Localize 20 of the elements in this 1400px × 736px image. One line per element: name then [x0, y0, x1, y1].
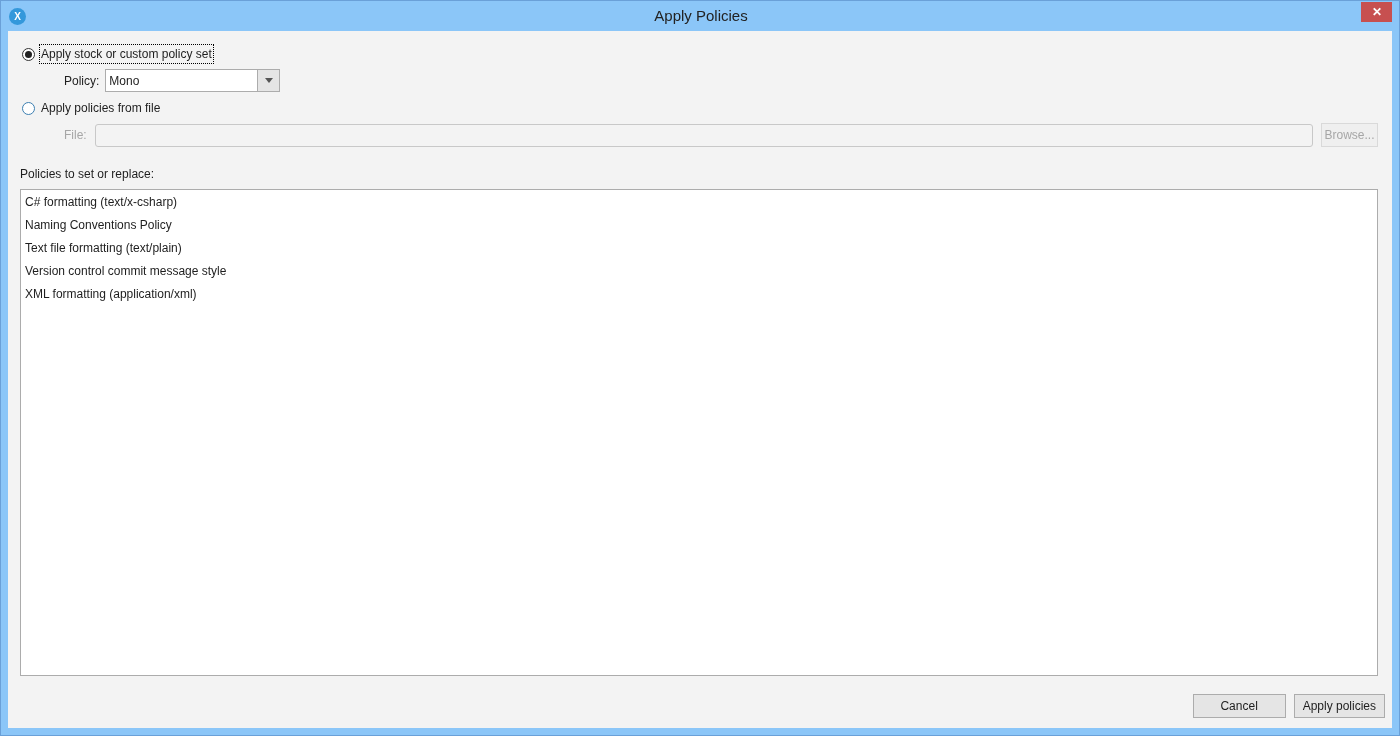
policy-dropdown[interactable]: Mono [105, 69, 281, 92]
cancel-button[interactable]: Cancel [1192, 694, 1286, 718]
list-label: Policies to set or replace: [20, 166, 156, 183]
file-label: File: [64, 127, 87, 144]
policy-item[interactable]: Version control commit message style [25, 262, 227, 285]
radio-button[interactable] [22, 101, 35, 115]
chevron-down-icon [264, 78, 273, 83]
radio-label[interactable]: Apply stock or custom policy set [40, 45, 213, 63]
policy-item[interactable]: Text file formatting (text/plain) [25, 239, 182, 262]
app-icon: X [9, 7, 26, 25]
apply-button[interactable]: Apply policies [1293, 694, 1385, 718]
policy-value: Mono [108, 72, 141, 90]
policy-item[interactable]: XML formatting (application/xml) [25, 285, 197, 308]
policy-item[interactable]: C# formatting (text/x-csharp) [25, 193, 178, 216]
policy-label: Policy: [64, 72, 100, 90]
window-title: Apply Policies [653, 5, 749, 26]
close-button[interactable]: ✕ [1361, 2, 1392, 22]
radio-button[interactable] [22, 47, 35, 61]
radio-label[interactable]: Apply policies from file [40, 99, 162, 117]
policy-item[interactable]: Naming Conventions Policy [25, 216, 172, 239]
